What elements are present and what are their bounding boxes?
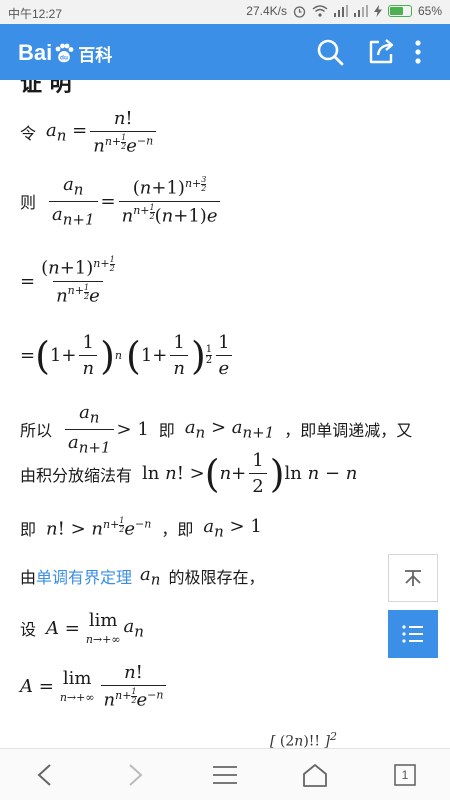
list-icon	[402, 625, 423, 643]
back-to-top-button[interactable]	[388, 554, 438, 602]
section-heading: 证 明	[20, 80, 72, 97]
menu-button[interactable]	[205, 755, 245, 795]
forward-icon	[129, 763, 143, 786]
limit-exists-text: 的极限存在，	[168, 568, 265, 588]
status-time: 中午12:27	[8, 7, 63, 21]
article-content: 证 明 令 an = n! nn+ 1 2 e−n 则 an an+1 = (n+1)n+…	[0, 80, 450, 748]
label-ling: 令	[20, 124, 37, 144]
formula-partial: [ (2n)!! ]2	[270, 730, 337, 748]
wifi-icon	[312, 5, 328, 17]
integral-text: 由积分放缩法有	[20, 465, 133, 485]
label-ze: 则	[20, 193, 37, 213]
signal-icon-2	[353, 5, 368, 17]
formula-step-3: = (1+ 1 n) n (1+ 1 n) 1 2 1e	[20, 332, 236, 379]
label-suoyi: 所以	[20, 421, 53, 441]
app-bar: Bai du 百科	[0, 24, 450, 80]
alarm-icon	[293, 5, 306, 18]
back-to-top-icon	[405, 570, 421, 586]
status-right: 27.4K/s 65%	[246, 4, 442, 18]
logo-text-bai: Bai	[18, 40, 53, 65]
tabs-button[interactable]: 1	[385, 755, 425, 795]
back-icon	[37, 763, 51, 786]
inequality-line: 即 n! > nn+ 1 2 e−n ，即 an > 1	[20, 515, 262, 541]
formula-step-2: = (n+1)n+ 1 2 nn+ 1 2 e	[20, 255, 115, 307]
monotone-line: 所以 an an+1 > 1 即 an > an+1 ，即单调递减，又	[20, 402, 413, 457]
label-you: 由	[20, 568, 37, 588]
baidu-baike-logo[interactable]: Bai du 百科	[18, 40, 112, 66]
search-icon[interactable]	[314, 36, 346, 68]
limit-formula: A = lim n→+∞ n! nn+ 1 2 e−n	[20, 662, 169, 711]
theorem-line: 由 单调有界定理 an 的极限存在，	[20, 564, 265, 589]
status-bar: 中午12:27 27.4K/s 65%	[0, 0, 450, 24]
tab-count: 1	[401, 767, 409, 782]
bottom-nav: 1	[0, 748, 450, 800]
menu-icon	[213, 765, 237, 784]
network-speed: 27.4K/s	[246, 4, 287, 18]
signal-icon	[333, 5, 348, 17]
paw-icon: du	[55, 43, 74, 63]
svg-text:du: du	[60, 55, 68, 62]
label-ji-3: ，即	[161, 520, 194, 540]
theorem-link[interactable]: 单调有界定理	[36, 564, 132, 588]
more-icon[interactable]	[408, 36, 428, 68]
label-she: 设	[20, 620, 37, 639]
back-button[interactable]	[25, 755, 65, 795]
logo-text-baike: 百科	[78, 45, 113, 66]
formula-definition: 令 an = n! nn+ 1 2 e−n	[20, 108, 159, 157]
home-icon	[303, 763, 327, 787]
contents-button[interactable]	[388, 610, 438, 658]
label-ji-2: 即	[20, 520, 37, 540]
home-button[interactable]	[295, 755, 335, 795]
charging-icon	[373, 5, 382, 17]
formula-ratio: 则 an an+1 = (n+1)n+ 3 2 nn+ 1 2 (n+1)e	[20, 174, 223, 228]
monotone-text: ，即单调递减，又	[284, 421, 413, 441]
battery-label: 65%	[417, 4, 442, 18]
label-ji: 即	[158, 421, 175, 441]
forward-button[interactable]	[115, 755, 155, 795]
integral-line: 由积分放缩法有 ln n! > (n+ 1 2) ln n − n	[20, 450, 358, 497]
battery-icon	[387, 5, 412, 17]
share-icon[interactable]	[365, 36, 397, 68]
limit-definition: 设 A = lim n→+∞ an	[20, 610, 144, 646]
